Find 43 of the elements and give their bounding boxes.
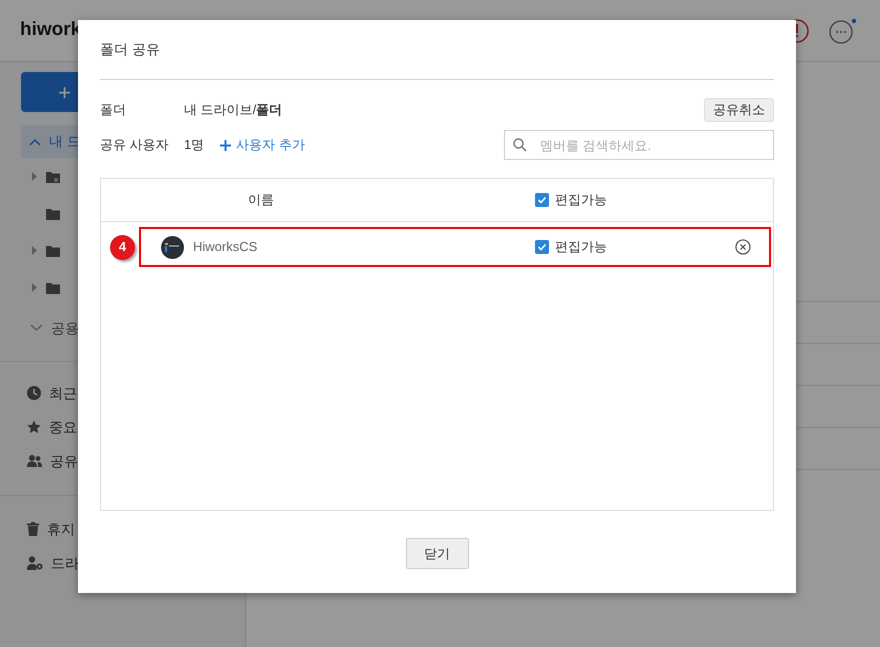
- people-icon: [27, 455, 42, 467]
- checkbox-label: 편집가능: [555, 238, 607, 256]
- nav-item[interactable]: 중요: [49, 416, 77, 438]
- checkbox[interactable]: [535, 240, 549, 254]
- folder-icon: [46, 282, 60, 294]
- avatar-icon: [161, 236, 184, 258]
- caret-icon[interactable]: [32, 283, 37, 292]
- check-icon: [537, 195, 547, 205]
- member-name: HiworksCS: [193, 238, 258, 256]
- user-count: 1명: [184, 136, 204, 154]
- field-label: 공유 사용자: [100, 136, 170, 154]
- callout-badge: 4: [110, 234, 135, 260]
- field-label: 폴더: [100, 101, 127, 120]
- remove-icon[interactable]: [735, 239, 751, 255]
- close-button[interactable]: 닫기: [406, 538, 468, 569]
- search-icon: [513, 138, 527, 152]
- folder-icon: [46, 208, 60, 220]
- folder-path: 내 드라이브/폴더: [184, 101, 282, 120]
- checkbox[interactable]: [535, 193, 549, 207]
- caret-icon[interactable]: [32, 172, 37, 181]
- shared-folder-icon: [46, 170, 60, 182]
- logo: hiwork: [20, 18, 82, 42]
- nav-item[interactable]: 공유: [50, 450, 78, 472]
- caret-icon[interactable]: [32, 246, 37, 255]
- add-user-link[interactable]: 사용자 추가: [220, 135, 305, 155]
- search-field[interactable]: 멤버를 검색하세요.: [504, 130, 774, 160]
- column-header: 이름: [247, 191, 275, 210]
- folder-icon: [46, 244, 60, 256]
- plus-icon: [220, 140, 232, 150]
- nav-item[interactable]: 최근: [49, 382, 77, 404]
- nav-item[interactable]: 드라: [51, 552, 79, 574]
- more-icon[interactable]: [829, 18, 857, 44]
- chevron-icon: [29, 138, 41, 146]
- unshare-button[interactable]: 공유취소: [704, 98, 774, 122]
- tree-item[interactable]: 공용: [51, 318, 79, 338]
- trash-icon: [27, 522, 39, 536]
- check-icon: [537, 242, 547, 252]
- user-settings-icon: [27, 556, 43, 570]
- star-icon: [27, 420, 41, 434]
- nav-item[interactable]: 휴지: [47, 518, 75, 540]
- clock-icon: [27, 386, 41, 400]
- column-header: 편집가능: [555, 191, 607, 210]
- dialog-title: 폴더 공유: [100, 20, 774, 80]
